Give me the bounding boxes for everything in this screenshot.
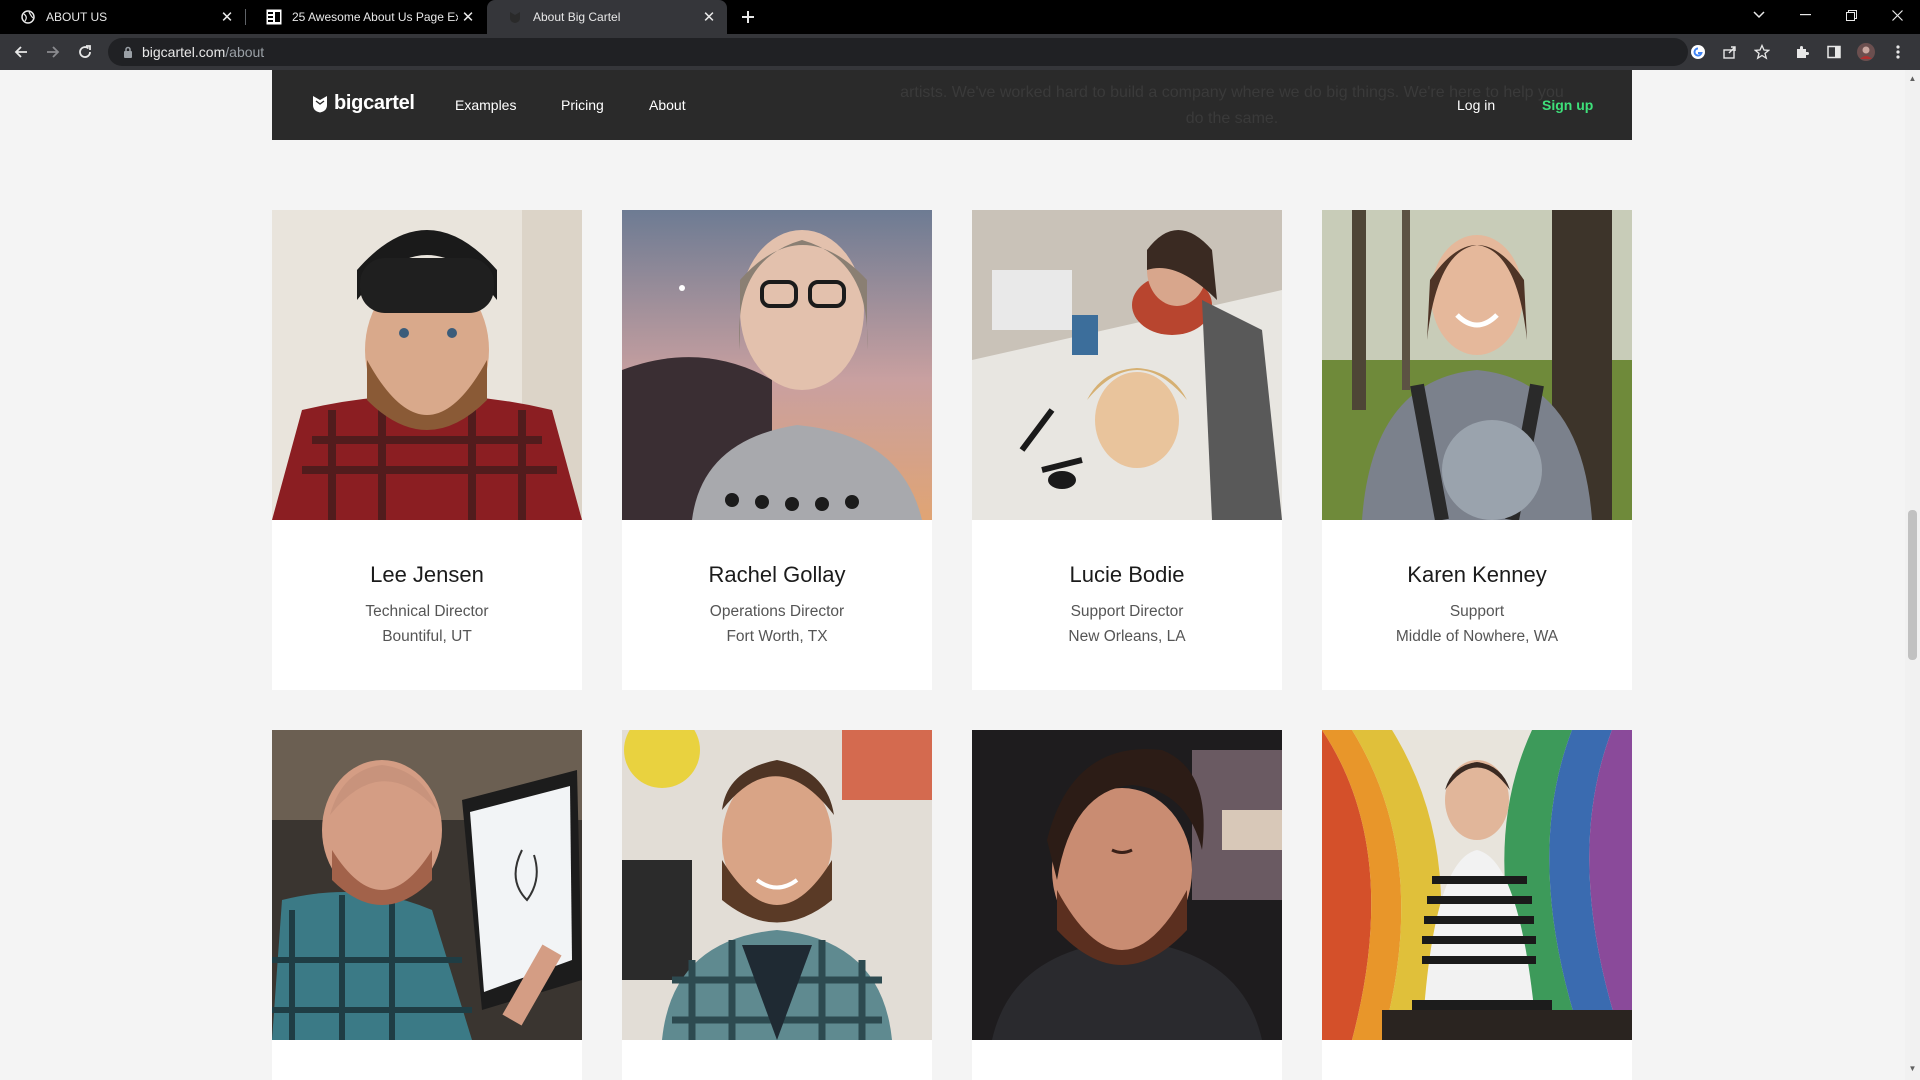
login-link[interactable]: Log in	[1457, 97, 1495, 113]
nav-pricing[interactable]: Pricing	[561, 97, 604, 113]
team-member-photo	[272, 210, 582, 520]
tab-search-icon[interactable]	[1736, 0, 1782, 30]
bigcartel-logo[interactable]: bigcartel	[312, 92, 415, 115]
lock-icon[interactable]	[121, 45, 135, 59]
team-member-location: New Orleans, LA	[1068, 628, 1186, 645]
browser-menu-icon[interactable]	[1886, 40, 1910, 64]
tab-title: About Big Cartel	[533, 10, 621, 24]
side-panel-icon[interactable]	[1822, 40, 1846, 64]
browser-tab[interactable]: 25 Awesome About Us Page Exa ✕	[246, 0, 486, 34]
team-member-card: Lee Jensen Technical Director Bountiful,…	[272, 210, 582, 690]
team-member-name: Lee Jensen	[370, 562, 484, 587]
team-member-role: Technical Director	[365, 603, 489, 620]
team-member-photo	[622, 210, 932, 520]
scrollbar-thumb[interactable]	[1908, 510, 1917, 660]
extensions-puzzle-icon[interactable]	[1790, 40, 1814, 64]
profile-avatar[interactable]	[1854, 40, 1878, 64]
nav-about[interactable]: About	[649, 97, 686, 113]
share-icon[interactable]	[1718, 40, 1742, 64]
page-viewport: artists. We've worked hard to build a co…	[0, 70, 1905, 1080]
sej-favicon-icon	[266, 9, 282, 25]
close-window-icon[interactable]	[1874, 0, 1920, 30]
tab-title: ABOUT US	[46, 10, 108, 24]
new-tab-button[interactable]	[736, 5, 760, 29]
url-text: bigcartel.com/about	[142, 44, 264, 60]
close-icon[interactable]: ✕	[699, 7, 719, 27]
browser-tab[interactable]: ABOUT US ✕	[0, 0, 245, 34]
browser-toolbar: bigcartel.com/about	[0, 34, 1920, 70]
browser-tab-active[interactable]: About Big Cartel ✕	[487, 0, 727, 34]
scroll-down-icon[interactable]: ▼	[1908, 1064, 1917, 1073]
address-bar[interactable]: bigcartel.com/about	[108, 38, 1688, 66]
team-member-card: Lucie Bodie Support Director New Orleans…	[972, 210, 1282, 690]
team-member-photo	[1322, 210, 1632, 520]
bigcartel-logo-icon	[313, 95, 327, 112]
url-path: /about	[225, 44, 265, 60]
forward-arrow-icon[interactable]	[41, 40, 65, 64]
team-member-card	[622, 730, 932, 1080]
team-member-card	[972, 730, 1282, 1080]
team-member-role: Operations Director	[709, 603, 845, 620]
brand-name: bigcartel	[334, 92, 415, 114]
team-member-card	[272, 730, 582, 1080]
team-member-name: Karen Kenney	[1407, 562, 1547, 587]
team-member-location: Middle of Nowhere, WA	[1395, 628, 1559, 645]
restore-icon[interactable]	[1828, 0, 1874, 30]
nav-examples[interactable]: Examples	[455, 97, 516, 113]
browser-tab-bar: ABOUT US ✕ 25 Awesome About Us Page Exa …	[0, 0, 1920, 34]
team-member-card: Rachel Gollay Operations Director Fort W…	[622, 210, 932, 690]
page-scrollbar[interactable]: ▲ ▼	[1905, 70, 1920, 1080]
tab-title: 25 Awesome About Us Page Exa	[292, 10, 458, 24]
team-member-card: Karen Kenney Support Middle of Nowhere, …	[1322, 210, 1632, 690]
minimize-icon[interactable]	[1782, 0, 1828, 30]
bookmark-star-icon[interactable]	[1750, 40, 1774, 64]
scroll-up-icon[interactable]: ▲	[1908, 74, 1917, 83]
site-header: artists. We've worked hard to build a co…	[272, 70, 1632, 140]
bigcartel-favicon-icon	[507, 9, 523, 25]
globe-icon	[20, 9, 36, 25]
team-member-photo	[1322, 730, 1632, 1040]
back-arrow-icon[interactable]	[9, 40, 33, 64]
team-member-name: Lucie Bodie	[1069, 562, 1185, 587]
team-member-role: Support	[1449, 603, 1505, 620]
team-member-photo	[972, 730, 1282, 1040]
close-icon[interactable]: ✕	[458, 7, 478, 27]
team-member-photo	[972, 210, 1282, 520]
team-member-location: Fort Worth, TX	[726, 628, 828, 645]
team-member-photo	[272, 730, 582, 1040]
team-member-name: Rachel Gollay	[708, 562, 846, 587]
team-member-card	[1322, 730, 1632, 1080]
signup-link[interactable]: Sign up	[1542, 97, 1593, 113]
reload-icon[interactable]	[73, 40, 97, 64]
team-member-role: Support Director	[1070, 603, 1184, 620]
google-icon[interactable]	[1686, 40, 1710, 64]
close-icon[interactable]: ✕	[217, 7, 237, 27]
team-member-location: Bountiful, UT	[382, 628, 472, 645]
url-host: bigcartel.com	[142, 44, 226, 60]
team-member-photo	[622, 730, 932, 1040]
